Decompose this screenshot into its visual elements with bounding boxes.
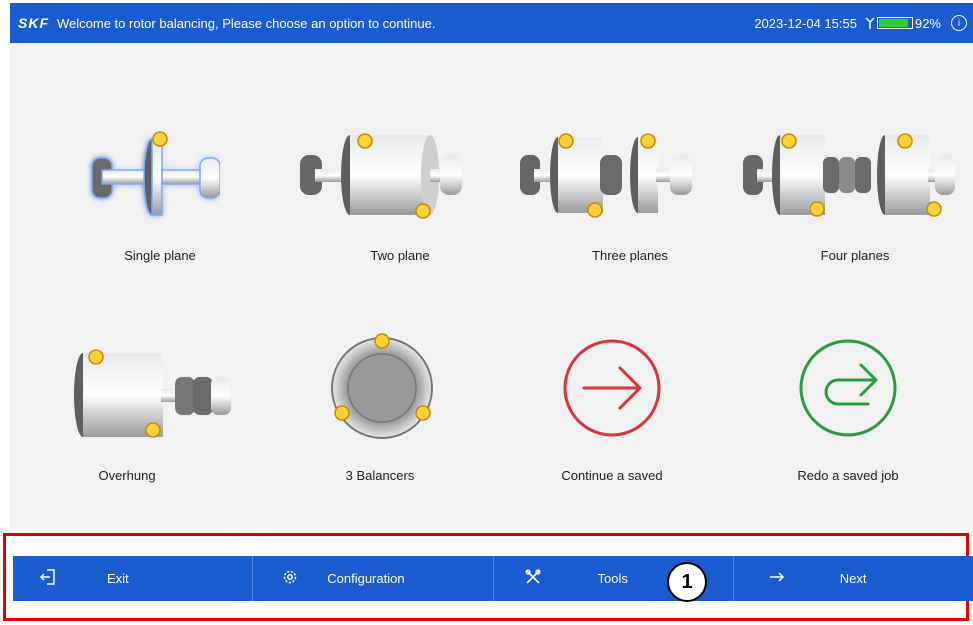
next-label: Next — [839, 571, 867, 586]
option-label: Single plane — [124, 248, 196, 263]
option-redo-saved-job[interactable]: Redo a saved job — [728, 333, 968, 533]
battery-percent: 92% — [914, 15, 941, 31]
option-three-planes[interactable]: Three planes — [510, 123, 750, 323]
option-label: Four planes — [820, 248, 890, 263]
battery-icon — [876, 17, 913, 29]
tools-label: Tools — [597, 571, 628, 586]
option-continue-saved[interactable]: Continue a saved — [492, 333, 732, 533]
option-label: Overhung — [98, 468, 156, 483]
single-plane-rotor-icon — [91, 131, 220, 216]
option-label: 3 Balancers — [345, 468, 415, 483]
option-label: Two plane — [370, 248, 430, 263]
arrow-right-icon — [769, 572, 784, 582]
date-time: 2023-12-04 15:55 — [754, 15, 857, 31]
configuration-label: Configuration — [327, 571, 405, 586]
option-label: Redo a saved job — [797, 468, 899, 483]
option-grid: Single plane Two plane Three planes Four… — [10, 43, 973, 528]
battery-level-fill — [878, 19, 909, 27]
option-four-planes[interactable]: Four planes — [735, 123, 973, 323]
next-button[interactable]: Next — [734, 556, 973, 601]
option-label: Continue a saved — [561, 468, 663, 483]
tools-icon — [524, 569, 541, 584]
redo-arrow-icon — [799, 339, 897, 437]
title-bar: SKF Welcome to rotor balancing, Please c… — [10, 3, 973, 43]
skf-logo: SKF — [18, 15, 49, 31]
antenna-icon — [865, 17, 875, 29]
exit-label: Exit — [107, 571, 129, 586]
option-label: Three planes — [592, 248, 668, 263]
three-balancers-icon — [331, 333, 433, 439]
exit-icon — [39, 569, 55, 585]
exit-button[interactable]: Exit — [13, 556, 254, 601]
two-plane-rotor-icon — [300, 133, 462, 219]
continue-arrow-icon — [563, 339, 661, 437]
option-two-plane[interactable]: Two plane — [280, 123, 520, 323]
three-plane-rotor-icon — [520, 133, 692, 218]
gear-icon — [284, 570, 297, 584]
annotation-badge: 1 — [667, 562, 707, 602]
option-single-plane[interactable]: Single plane — [40, 123, 280, 323]
bottom-toolbar: Exit Configuration Tools Next — [13, 556, 973, 601]
four-plane-rotor-icon — [743, 133, 955, 217]
info-icon[interactable]: i — [951, 15, 967, 31]
option-3-balancers[interactable]: 3 Balancers — [260, 333, 500, 533]
overhung-rotor-icon — [74, 349, 231, 438]
configuration-button[interactable]: Configuration — [253, 556, 494, 601]
welcome-message: Welcome to rotor balancing, Please choos… — [57, 15, 436, 31]
